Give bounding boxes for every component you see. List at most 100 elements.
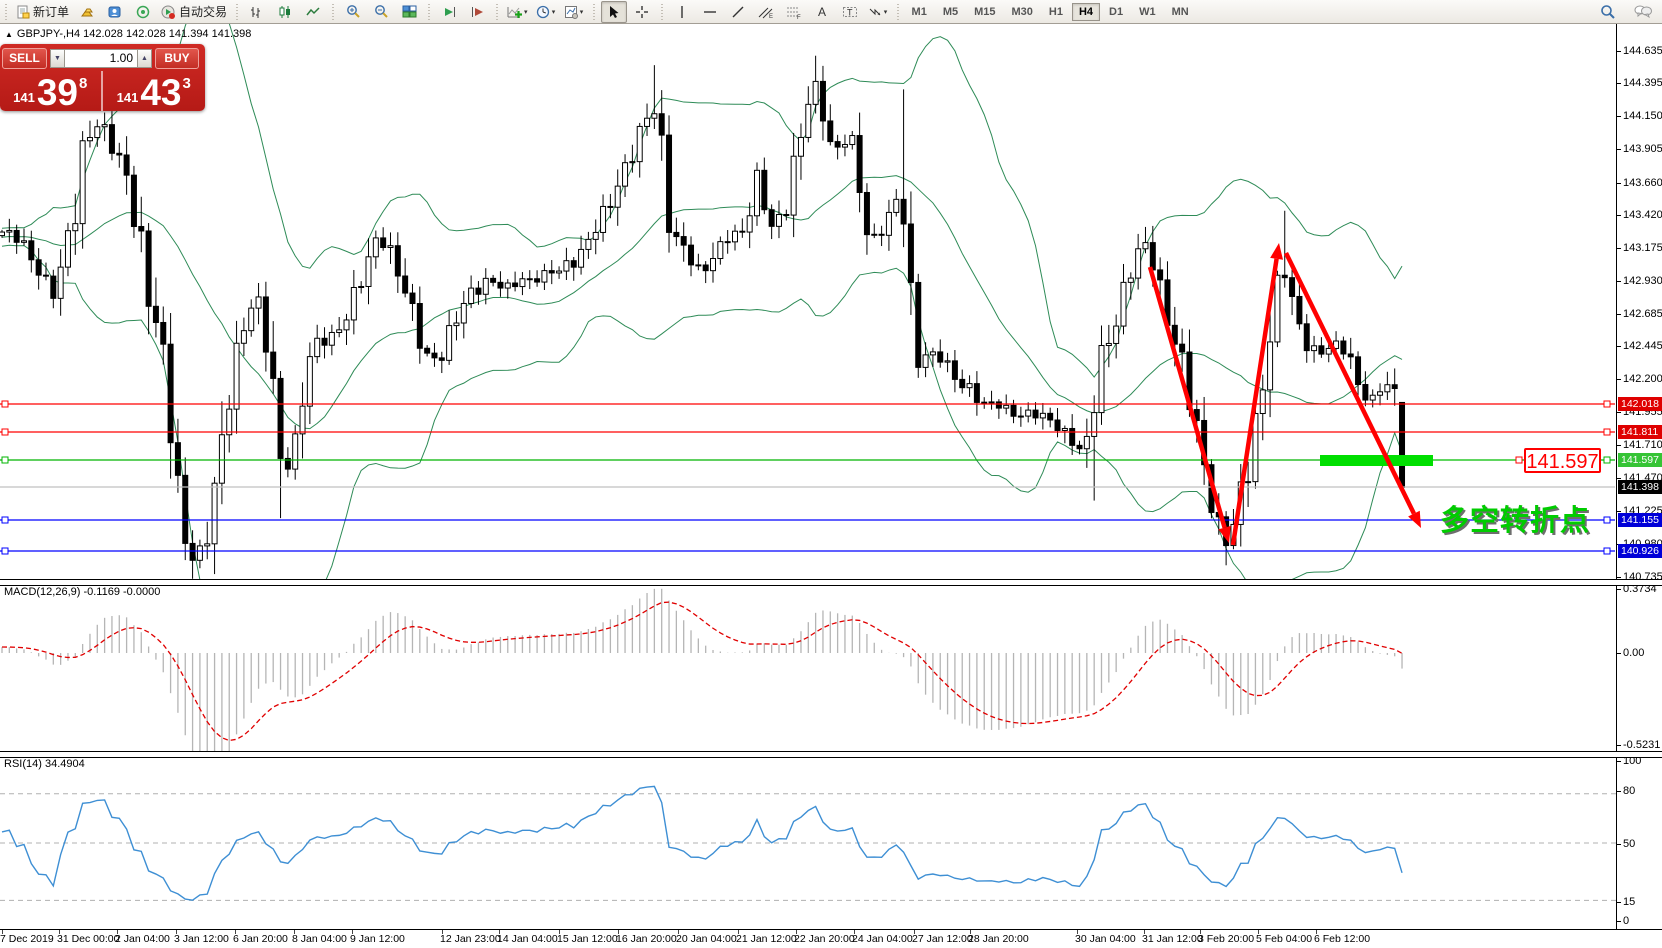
- volume-decrease-button[interactable]: ▼: [50, 49, 65, 68]
- zoom-out-button[interactable]: [368, 1, 394, 23]
- rsi-scale-label: 80: [1623, 785, 1635, 797]
- time-tick-label: 15 Jan 12:00: [557, 933, 618, 945]
- auto-trading-label: 自动交易: [179, 3, 227, 20]
- macd-indicator-pane[interactable]: MACD(12,26,9) -0.1169 -0.0000: [0, 584, 1616, 751]
- arrows-icon: [868, 5, 882, 19]
- rsi-label: RSI(14) 34.4904: [4, 758, 85, 770]
- price-tick: [1617, 346, 1621, 347]
- arrows-button[interactable]: ▾: [865, 1, 891, 23]
- price-tick: [1617, 281, 1621, 282]
- crosshair-button[interactable]: [629, 1, 655, 23]
- tile-windows-icon: [402, 5, 417, 19]
- toolbar-grip: [659, 4, 665, 20]
- market-watch-button[interactable]: [102, 1, 128, 23]
- gold-symbols-icon: [80, 5, 95, 19]
- time-tick-label: 20 Jan 04:00: [676, 933, 737, 945]
- buy-button[interactable]: BUY: [155, 48, 199, 69]
- cursor-button[interactable]: [601, 1, 627, 23]
- text-label-icon: T: [842, 5, 858, 19]
- gold-symbols-button[interactable]: [74, 1, 100, 23]
- vertical-line-icon: [677, 5, 687, 19]
- price-tick: [1617, 379, 1621, 380]
- collapse-panel-icon[interactable]: ▲: [5, 30, 13, 39]
- price-label-annotation[interactable]: 141.597: [1524, 448, 1601, 473]
- macd-scale-label: 0.00: [1623, 647, 1644, 659]
- toolbar-grip: [591, 4, 597, 20]
- pane-splitter[interactable]: [0, 579, 1662, 586]
- horizontal-line-button[interactable]: [697, 1, 723, 23]
- price-badge: 142.018: [1618, 397, 1662, 411]
- timeframe-w1-button[interactable]: W1: [1132, 3, 1163, 21]
- svg-text:A: A: [818, 5, 826, 19]
- one-click-trade-panel: SELL ▼ 1.00 ▲ BUY 141 39 8 141 43 3: [0, 44, 205, 111]
- vertical-line-button[interactable]: [669, 1, 695, 23]
- timeframe-m30-button[interactable]: M30: [1005, 3, 1040, 21]
- rsi-scale-tick: [1617, 902, 1621, 903]
- chart-candles-button[interactable]: [272, 1, 298, 23]
- timeframe-m15-button[interactable]: M15: [967, 3, 1002, 21]
- trendline-icon: [731, 5, 745, 19]
- timeframe-d1-button[interactable]: D1: [1102, 3, 1130, 21]
- toolbar-grip: [3, 4, 9, 20]
- search-button[interactable]: [1595, 1, 1621, 23]
- price-axis[interactable]: 144.635144.395144.150143.905143.660143.4…: [1616, 24, 1662, 929]
- svg-text:F: F: [797, 15, 801, 19]
- rsi-indicator-pane[interactable]: RSI(14) 34.4904: [0, 756, 1616, 928]
- svg-text:E: E: [769, 14, 773, 19]
- price-tick-label: 142.445: [1623, 340, 1662, 352]
- crosshair-icon: [635, 5, 649, 19]
- auto-trading-icon: [161, 5, 176, 19]
- pane-splitter[interactable]: [0, 751, 1662, 758]
- sell-price-display[interactable]: 141 39 8: [0, 71, 103, 111]
- time-tick-label: 3 Feb 20:00: [1198, 933, 1254, 945]
- volume-input[interactable]: 1.00: [65, 49, 137, 68]
- turning-point-annotation[interactable]: 多空转折点: [1440, 497, 1590, 539]
- auto-scroll-button[interactable]: [436, 1, 462, 23]
- price-tick-label: 144.395: [1623, 77, 1662, 89]
- price-badge: 140.926: [1618, 544, 1662, 558]
- main-chart-pane[interactable]: ▲GBPJPY-,H4 142.028 142.028 141.394 141.…: [0, 24, 1616, 579]
- buy-price-big: 43: [140, 78, 181, 108]
- time-tick-label: 14 Jan 04:00: [497, 933, 558, 945]
- templates-button[interactable]: ▾: [561, 1, 587, 23]
- macd-scale-label: -0.5231: [1623, 739, 1660, 751]
- timeframe-mn-button[interactable]: MN: [1165, 3, 1196, 21]
- time-axis[interactable]: 7 Dec 201931 Dec 00:002 Jan 04:003 Jan 1…: [0, 929, 1662, 948]
- timeframe-m5-button[interactable]: M5: [936, 3, 965, 21]
- periods-icon: [536, 5, 550, 19]
- periods-button[interactable]: ▾: [533, 1, 559, 23]
- time-tick-label: 6 Jan 20:00: [233, 933, 288, 945]
- chart-shift-button[interactable]: [464, 1, 490, 23]
- price-tick-label: 143.660: [1623, 177, 1662, 189]
- price-tick-label: 141.710: [1623, 439, 1662, 451]
- price-badge: 141.811: [1618, 425, 1662, 439]
- new-order-button[interactable]: 新订单: [13, 1, 72, 23]
- price-tick: [1617, 478, 1621, 479]
- timeframe-h1-button[interactable]: H1: [1042, 3, 1070, 21]
- signals-button[interactable]: [130, 1, 156, 23]
- trendline-button[interactable]: [725, 1, 751, 23]
- timeframe-m1-button[interactable]: M1: [905, 3, 934, 21]
- text-label-button[interactable]: T: [837, 1, 863, 23]
- templates-icon: [564, 5, 578, 19]
- sell-button[interactable]: SELL: [2, 48, 47, 69]
- text-button[interactable]: A: [809, 1, 835, 23]
- chart-bars-button[interactable]: [244, 1, 270, 23]
- tile-windows-button[interactable]: [396, 1, 422, 23]
- buy-price-display[interactable]: 141 43 3: [103, 71, 206, 111]
- toolbar-grip: [494, 4, 500, 20]
- equidistant-channel-button[interactable]: E: [753, 1, 779, 23]
- rsi-scale-tick: [1617, 921, 1621, 922]
- price-tick-label: 143.175: [1623, 242, 1662, 254]
- zoom-in-button[interactable]: [340, 1, 366, 23]
- chat-button[interactable]: [1630, 1, 1656, 23]
- indicators-button[interactable]: ▾: [504, 1, 531, 23]
- chevron-down-icon: ▾: [884, 8, 888, 16]
- volume-increase-button[interactable]: ▲: [137, 49, 152, 68]
- fibonacci-button[interactable]: F: [781, 1, 807, 23]
- cursor-icon: [607, 5, 620, 19]
- timeframe-h4-button[interactable]: H4: [1072, 3, 1100, 21]
- auto-trading-button[interactable]: 自动交易: [158, 1, 230, 23]
- chart-line-button[interactable]: [300, 1, 326, 23]
- rsi-scale-label: 15: [1623, 896, 1635, 908]
